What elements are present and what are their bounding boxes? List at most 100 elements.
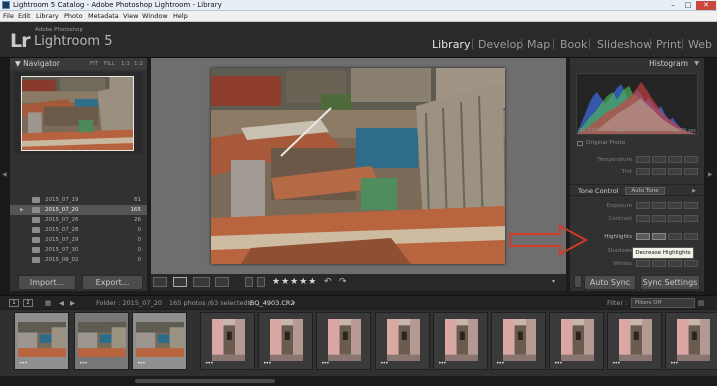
loupe-view-icon[interactable] bbox=[173, 277, 187, 287]
original-photo-checkbox[interactable] bbox=[577, 141, 583, 146]
menu-file[interactable]: File bbox=[3, 11, 14, 22]
zoom-1-1[interactable]: 1:1 bbox=[121, 58, 130, 70]
back-arrow-icon[interactable]: ◀ bbox=[59, 296, 64, 310]
contrast-down[interactable] bbox=[652, 215, 666, 222]
filmstrip-thumbnail[interactable]: ••• bbox=[132, 312, 187, 370]
temperature-up-more[interactable] bbox=[684, 156, 698, 163]
current-filename[interactable]: IBQ_4903.CR2 bbox=[248, 296, 295, 310]
menu-edit[interactable]: Edit bbox=[18, 11, 31, 22]
exposure-down-more[interactable] bbox=[636, 202, 650, 209]
histogram-header[interactable]: Histogram ▼ bbox=[570, 58, 704, 70]
secondary-window-button[interactable]: 2 bbox=[23, 299, 33, 307]
folder-item[interactable]: 2015_08_02 0 bbox=[10, 255, 147, 265]
folder-item[interactable]: 2015_07_30 0 bbox=[10, 245, 147, 255]
contrast-up-more[interactable] bbox=[684, 215, 698, 222]
tint-up-more[interactable] bbox=[684, 168, 698, 175]
folder-item-selected[interactable]: ▶ 2015_07_20 165 bbox=[10, 205, 147, 215]
rotate-left-icon[interactable]: ↶ bbox=[324, 276, 332, 288]
filmstrip-scroll-thumb[interactable] bbox=[135, 379, 275, 383]
navigator-preview[interactable] bbox=[14, 72, 143, 154]
filmstrip-thumbnail[interactable]: ••• bbox=[258, 312, 313, 370]
sync-settings-button[interactable]: Sync Settings bbox=[640, 275, 700, 290]
filmstrip-thumbnail[interactable]: ••• bbox=[433, 312, 488, 370]
module-map[interactable]: Map bbox=[527, 38, 550, 51]
survey-view-icon[interactable] bbox=[215, 277, 229, 287]
module-library[interactable]: Library bbox=[432, 38, 470, 51]
whites-up-more[interactable] bbox=[684, 260, 698, 267]
import-button[interactable]: Import... bbox=[18, 275, 76, 290]
grid-icon[interactable]: ▦ bbox=[45, 296, 51, 310]
exposure-up-more[interactable] bbox=[684, 202, 698, 209]
folder-item[interactable]: 2015_07_19 61 bbox=[10, 195, 147, 205]
histogram-graph[interactable] bbox=[576, 73, 698, 135]
folder-item[interactable]: 2015_07_29 0 bbox=[10, 235, 147, 245]
highlights-down[interactable] bbox=[652, 233, 666, 240]
filmstrip-thumbnail[interactable]: ••• bbox=[74, 312, 129, 370]
navigator-header[interactable]: ▼ Navigator FIT FILL 1:1 1:2 bbox=[10, 58, 147, 70]
maximize-button[interactable]: □ bbox=[681, 1, 695, 10]
filmstrip-thumbnail[interactable]: ••• bbox=[607, 312, 662, 370]
filmstrip-thumbnail[interactable]: ••• bbox=[316, 312, 371, 370]
grid-view-icon[interactable] bbox=[153, 277, 167, 287]
filmstrip-scrollbar[interactable] bbox=[0, 377, 717, 386]
module-book[interactable]: Book bbox=[560, 38, 587, 51]
menu-window[interactable]: Window bbox=[142, 11, 168, 22]
filename-dropdown-icon[interactable]: ▾ bbox=[292, 296, 295, 310]
export-button[interactable]: Export... bbox=[82, 275, 143, 290]
filmstrip-thumbnail[interactable]: ••• bbox=[200, 312, 255, 370]
auto-sync-button[interactable]: Auto Sync bbox=[584, 275, 636, 290]
temperature-up[interactable] bbox=[668, 156, 682, 163]
forward-arrow-icon[interactable]: ▶ bbox=[70, 296, 75, 310]
minimize-button[interactable]: – bbox=[666, 1, 680, 10]
menu-library[interactable]: Library bbox=[36, 11, 59, 22]
highlights-up-more[interactable] bbox=[684, 233, 698, 240]
tone-control-caret-icon[interactable]: ▶ bbox=[692, 185, 696, 197]
contrast-down-more[interactable] bbox=[636, 215, 650, 222]
zoom-fit[interactable]: FIT bbox=[90, 58, 98, 70]
tint-down[interactable] bbox=[652, 168, 666, 175]
navigator-view-rect[interactable] bbox=[21, 76, 134, 151]
close-button[interactable]: ✕ bbox=[696, 1, 716, 10]
primary-window-button[interactable]: 1 bbox=[9, 299, 19, 307]
whites-down[interactable] bbox=[652, 260, 666, 267]
filmstrip-thumbnail[interactable]: ••• bbox=[491, 312, 546, 370]
filmstrip-thumbnail[interactable]: ••• bbox=[375, 312, 430, 370]
zoom-1-2[interactable]: 1:2 bbox=[134, 58, 143, 70]
filmstrip[interactable]: ••• ••• ••• ••• ••• ••• ••• ••• ••• ••• ••• ••• bbox=[0, 310, 717, 376]
sync-toggle[interactable] bbox=[574, 275, 582, 288]
star-rating[interactable]: ★★★★★ bbox=[272, 276, 317, 288]
module-web[interactable]: Web bbox=[688, 38, 712, 51]
filmstrip-thumbnail[interactable]: ••• bbox=[14, 312, 69, 370]
menu-help[interactable]: Help bbox=[173, 11, 188, 22]
flag-reject-icon[interactable] bbox=[257, 277, 265, 287]
filter-lock-icon[interactable]: ▤ bbox=[698, 296, 704, 310]
temperature-down-more[interactable] bbox=[636, 156, 650, 163]
left-panel-edge[interactable]: ◀ bbox=[0, 58, 10, 295]
exposure-down[interactable] bbox=[652, 202, 666, 209]
highlights-up[interactable] bbox=[668, 233, 682, 240]
folder-path[interactable]: Folder : 2015_07_20 bbox=[96, 296, 162, 310]
highlights-down-more[interactable] bbox=[636, 233, 650, 240]
module-develop[interactable]: Develop bbox=[478, 38, 523, 51]
right-panel-edge[interactable]: ▶ bbox=[704, 58, 717, 295]
contrast-up[interactable] bbox=[668, 215, 682, 222]
filmstrip-thumbnail[interactable]: ••• bbox=[665, 312, 717, 370]
collapse-caret-icon[interactable]: ▼ bbox=[694, 58, 699, 70]
compare-view-icon[interactable] bbox=[193, 277, 210, 287]
collapse-left-icon[interactable]: ◀ bbox=[2, 171, 7, 179]
folder-item[interactable]: 2015_07_26 26 bbox=[10, 215, 147, 225]
exposure-up[interactable] bbox=[668, 202, 682, 209]
rotate-right-icon[interactable]: ↷ bbox=[339, 276, 347, 288]
toolbar-menu-caret-icon[interactable]: ▾ bbox=[552, 277, 555, 287]
menu-photo[interactable]: Photo bbox=[64, 11, 83, 22]
tint-down-more[interactable] bbox=[636, 168, 650, 175]
auto-tone-button[interactable]: Auto Tone bbox=[625, 187, 665, 195]
menu-metadata[interactable]: Metadata bbox=[88, 11, 119, 22]
main-photo[interactable] bbox=[211, 68, 505, 264]
expand-caret-icon[interactable]: ▶ bbox=[20, 205, 24, 215]
collapse-right-icon[interactable]: ▶ bbox=[708, 171, 713, 179]
filmstrip-thumbnail[interactable]: ••• bbox=[549, 312, 604, 370]
whites-down-more[interactable] bbox=[636, 260, 650, 267]
tint-up[interactable] bbox=[668, 168, 682, 175]
menu-view[interactable]: View bbox=[123, 11, 138, 22]
